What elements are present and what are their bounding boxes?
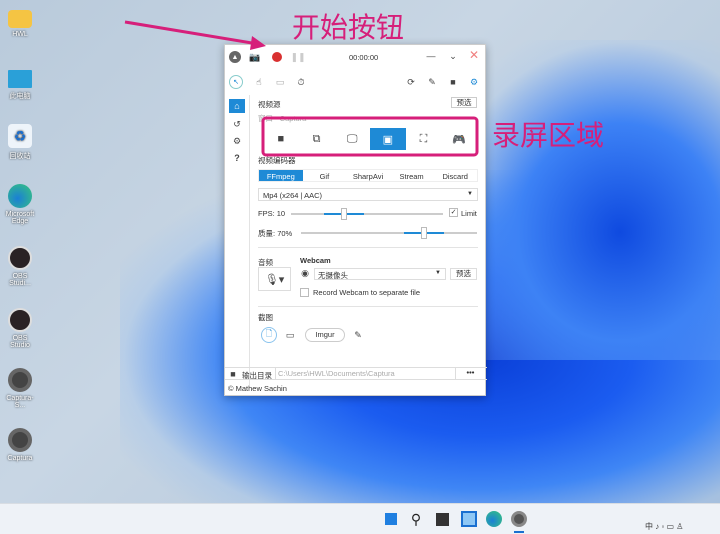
system-tray[interactable]: 中 ♪ ◦ ▭ ♙ [645,521,683,532]
widgets-icon[interactable] [461,511,477,527]
annotation-box [261,116,479,157]
annotation-start-button: 开始按钮 [292,12,405,43]
annotation-record-area: 录屏区域 [492,120,605,151]
edge-icon[interactable] [486,511,502,527]
annotation-arrowhead [250,36,266,50]
captura-taskbar-icon[interactable] [511,511,527,527]
annotation-overlay [124,20,479,157]
taskbar: ⚲ 中 ♪ ◦ ▭ ♙ [0,503,720,534]
task-view-icon[interactable] [436,513,449,526]
search-icon[interactable]: ⚲ [408,511,424,527]
active-indicator [514,531,524,533]
start-icon[interactable] [383,511,399,527]
annotation-arrow [124,20,259,46]
